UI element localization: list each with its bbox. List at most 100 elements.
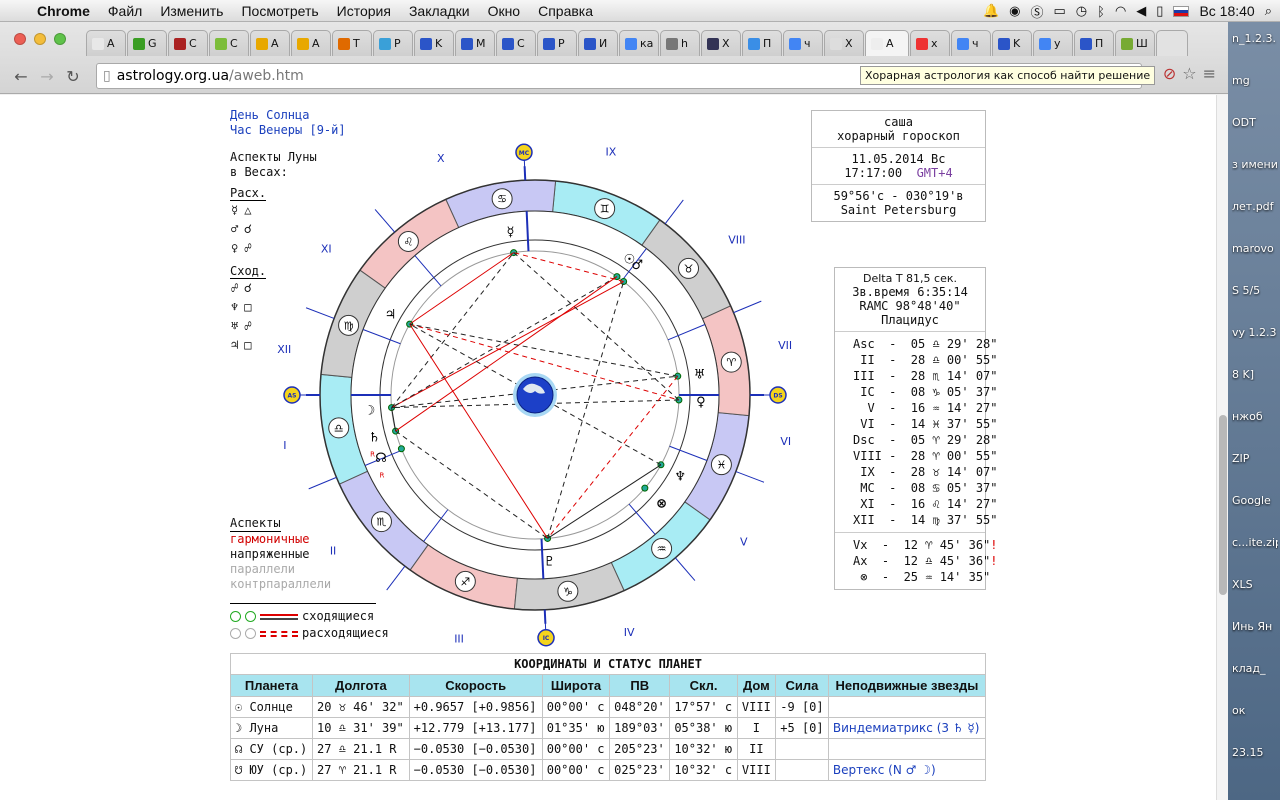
wifi-icon[interactable]: ◠: [1115, 3, 1126, 19]
skype-icon[interactable]: Ⓢ: [1030, 2, 1043, 21]
column-header[interactable]: Планета: [229, 674, 314, 697]
back-arrow-icon[interactable]: ←: [8, 67, 34, 86]
column-header[interactable]: Скорость: [408, 674, 543, 697]
desktop-icon[interactable]: з имени: [1232, 158, 1278, 171]
chrome-menu-icon[interactable]: ≡: [1203, 64, 1216, 83]
column-header[interactable]: Дом: [736, 674, 777, 697]
browser-tab[interactable]: A: [291, 30, 331, 56]
desktop-icon[interactable]: c...ite.zip: [1232, 536, 1278, 549]
column-header[interactable]: Широта: [541, 674, 611, 697]
column-header[interactable]: Сила: [775, 674, 829, 697]
extension-icon[interactable]: ⊘: [1163, 64, 1176, 83]
planet-glyph: ☿: [506, 225, 514, 240]
browser-tab[interactable]: P: [537, 30, 577, 56]
reload-icon[interactable]: ↻: [60, 67, 86, 86]
desktop-icon[interactable]: XLS: [1232, 578, 1278, 591]
desktop-icon[interactable]: Инь Ян: [1232, 620, 1278, 633]
browser-tab[interactable]: K: [992, 30, 1032, 56]
aspect-type-glyph: △: [244, 203, 252, 217]
browser-tab[interactable]: P: [373, 30, 413, 56]
chart-location-section: 59°56'с - 030°19'в Saint Petersburg: [812, 185, 985, 221]
new-tab-button[interactable]: [1156, 30, 1188, 56]
menu-history[interactable]: История: [328, 3, 400, 19]
desktop-icon[interactable]: mg: [1232, 74, 1278, 87]
desktop-icon[interactable]: marovo: [1232, 242, 1278, 255]
browser-tab[interactable]: T: [332, 30, 372, 56]
desktop-icon[interactable]: 23.15: [1232, 746, 1278, 759]
browser-tab[interactable]: y: [1033, 30, 1073, 56]
column-header[interactable]: Скл.: [669, 674, 738, 697]
battery-status-icon[interactable]: ▭: [1054, 3, 1066, 19]
battery-icon[interactable]: ▯: [1156, 3, 1163, 19]
flag-ru-icon[interactable]: [1173, 5, 1190, 17]
desktop-icon[interactable]: ок: [1232, 704, 1278, 717]
browser-tab[interactable]: ч: [783, 30, 823, 56]
browser-tab[interactable]: A: [86, 30, 126, 56]
zoom-window-button[interactable]: [54, 33, 66, 45]
tab-favicon-icon: [379, 37, 391, 50]
planet-glyph: ☊: [375, 451, 387, 466]
house-number: III: [454, 632, 464, 645]
browser-tab[interactable]: x: [910, 30, 950, 56]
browser-tab[interactable]: h: [660, 30, 700, 56]
page-scrollbar[interactable]: [1216, 95, 1228, 800]
column-header[interactable]: Неподвижные звезды: [827, 674, 987, 697]
desktop-icon[interactable]: n_1.2.3.: [1232, 32, 1278, 45]
evernote-icon[interactable]: ◉: [1009, 3, 1020, 19]
browser-tab[interactable]: K: [414, 30, 454, 56]
browser-tab[interactable]: ч: [951, 30, 991, 56]
browser-tab[interactable]: П: [742, 30, 782, 56]
desktop-icon[interactable]: клад_: [1232, 662, 1278, 675]
house-cusp-tick: [664, 199, 684, 225]
tab-title: A: [312, 37, 320, 50]
spotlight-icon[interactable]: ⌕: [1265, 3, 1272, 19]
forward-arrow-icon[interactable]: →: [34, 67, 60, 86]
browser-tab[interactable]: A: [865, 30, 909, 56]
minimize-window-button[interactable]: [34, 33, 46, 45]
desktop-icon[interactable]: 8 K]: [1232, 368, 1278, 381]
menu-bookmarks[interactable]: Закладки: [400, 3, 479, 19]
web-page: День Солнца Час Венеры [9-й] Аспекты Лун…: [0, 95, 1216, 800]
browser-tab[interactable]: C: [168, 30, 208, 56]
desktop-icon[interactable]: нжоб: [1232, 410, 1278, 423]
volume-icon[interactable]: ◀: [1136, 3, 1146, 19]
time-machine-icon[interactable]: ◷: [1076, 3, 1087, 19]
close-window-button[interactable]: [14, 33, 26, 45]
browser-tab[interactable]: П: [1074, 30, 1114, 56]
column-header[interactable]: ПВ: [609, 674, 671, 697]
table-cell-stars[interactable]: Виндемиатрикс (3 ♄ ☿): [827, 717, 987, 739]
browser-tab[interactable]: C: [209, 30, 249, 56]
desktop-icon[interactable]: лет.pdf: [1232, 200, 1278, 213]
browser-tab[interactable]: M: [455, 30, 495, 56]
menu-edit[interactable]: Изменить: [151, 3, 232, 19]
table-cell-stars[interactable]: Вертекс (N ♂ ☽): [827, 759, 987, 781]
menu-window[interactable]: Окно: [479, 3, 530, 19]
menubar-clock[interactable]: Вс 18:40: [1199, 3, 1254, 19]
menu-file[interactable]: Файл: [99, 3, 151, 19]
browser-tab[interactable]: И: [578, 30, 618, 56]
aspect-type-glyph: □: [244, 338, 252, 352]
desktop-icon[interactable]: Google: [1232, 494, 1278, 507]
applying-circle-icon: [230, 611, 241, 622]
browser-tab[interactable]: G: [127, 30, 167, 56]
menu-help[interactable]: Справка: [529, 3, 602, 19]
menu-view[interactable]: Посмотреть: [232, 3, 327, 19]
browser-tab[interactable]: A: [250, 30, 290, 56]
browser-tab[interactable]: X: [701, 30, 741, 56]
browser-tab[interactable]: C: [496, 30, 536, 56]
scrollbar-thumb[interactable]: [1219, 415, 1227, 595]
applying-label: Сход.: [230, 264, 267, 279]
desktop-icon[interactable]: S 5/5: [1232, 284, 1278, 297]
browser-tab[interactable]: Ш: [1115, 30, 1155, 56]
bluetooth-icon[interactable]: ᛒ: [1097, 4, 1105, 19]
desktop-icon[interactable]: vy 1.2.3: [1232, 326, 1278, 339]
desktop-icon[interactable]: ZIP: [1232, 452, 1278, 465]
column-header[interactable]: Долгота: [312, 674, 410, 697]
menu-app-name[interactable]: Chrome: [28, 3, 99, 19]
browser-tab[interactable]: X: [824, 30, 864, 56]
bookmark-star-icon[interactable]: ☆: [1182, 64, 1196, 83]
notification-icon[interactable]: 🔔: [983, 3, 999, 19]
browser-tab[interactable]: ка: [619, 30, 659, 56]
cusp-row: XII - 14 ♍ 37' 55": [853, 513, 998, 527]
desktop-icon[interactable]: ODT: [1232, 116, 1278, 129]
